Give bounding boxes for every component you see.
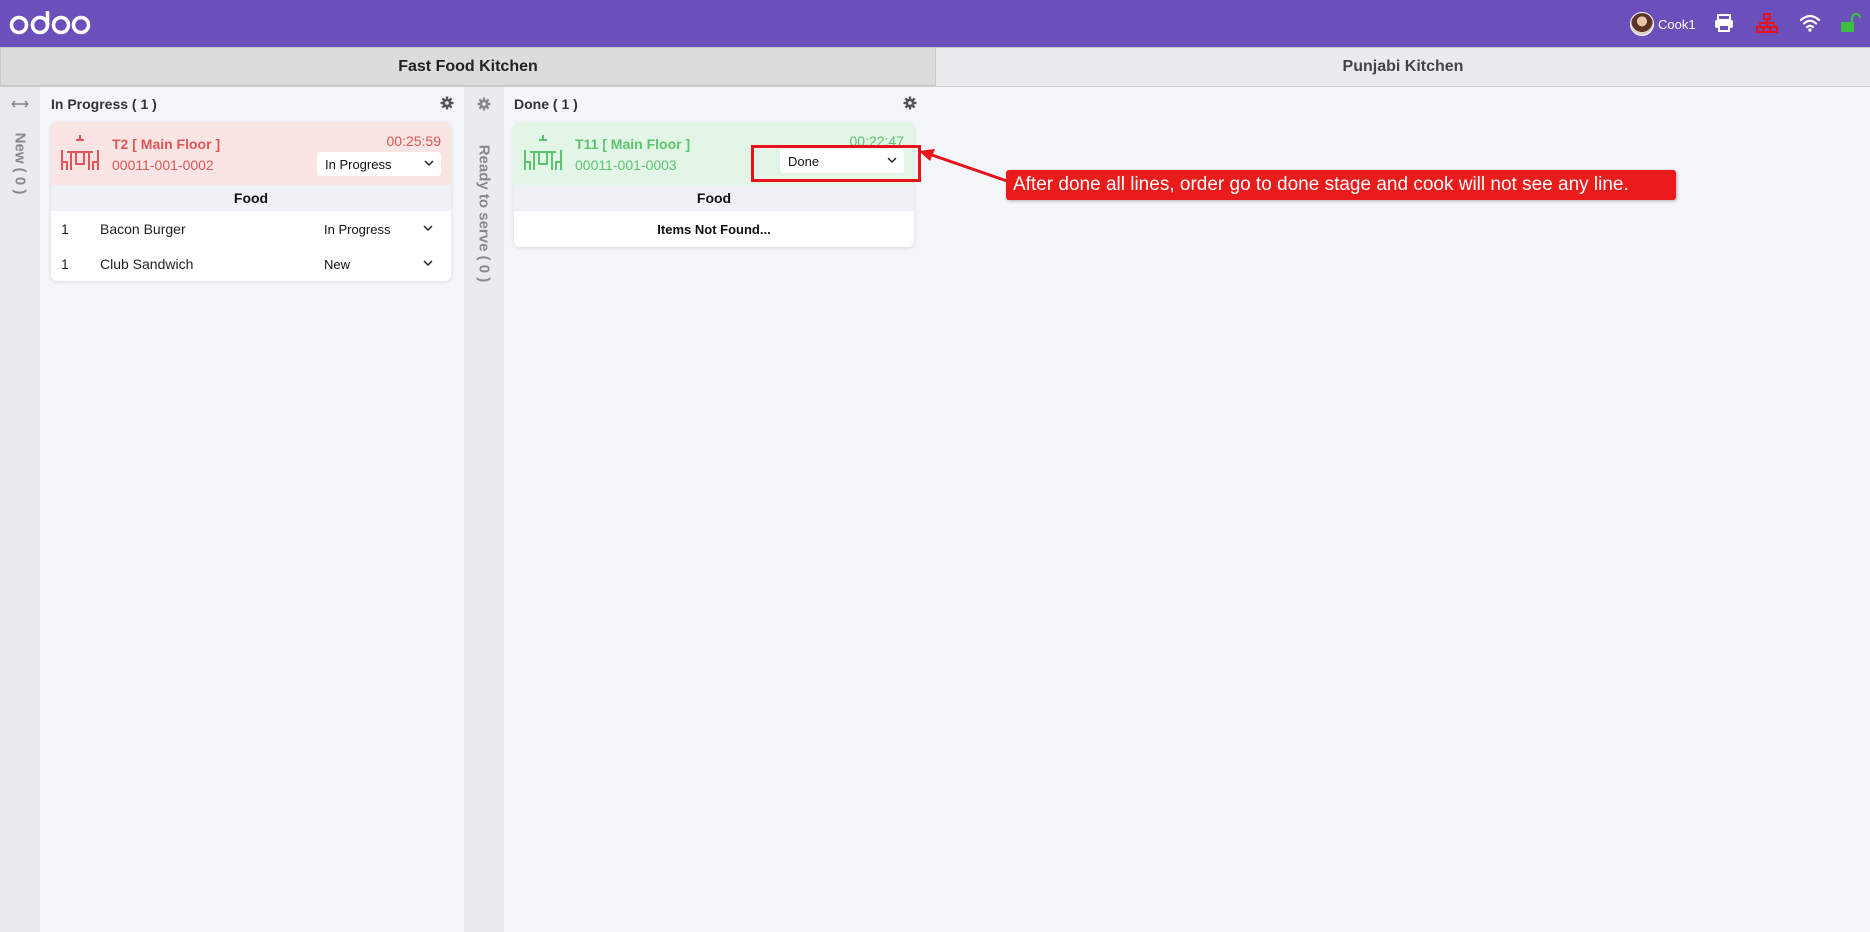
dining-table-icon xyxy=(61,135,99,170)
order-card-t11[interactable]: T11 [ Main Floor ] 00011-001-0003 00:22:… xyxy=(514,122,914,247)
tab-fast-food-kitchen[interactable]: Fast Food Kitchen xyxy=(0,47,936,86)
order-timer: 00:25:59 xyxy=(386,133,442,149)
order-card-t2[interactable]: T2 [ Main Floor ] 00011-001-0002 00:25:5… xyxy=(51,122,451,281)
column-ready-collapsed[interactable]: Ready to serve ( 0 ) xyxy=(464,87,504,932)
line-status-value: In Progress xyxy=(324,221,391,237)
order-line: 1 Bacon Burger In Progress xyxy=(51,211,451,246)
line-quantity: 1 xyxy=(61,221,69,237)
printer-icon[interactable] xyxy=(1713,12,1735,34)
user-name: Cook1 xyxy=(1658,16,1696,32)
order-table-title: T2 [ Main Floor ] xyxy=(112,136,221,152)
wifi-icon[interactable] xyxy=(1799,12,1821,34)
kitchen-tabs: Fast Food Kitchen Punjabi Kitchen xyxy=(0,47,1870,87)
line-status-select[interactable]: New xyxy=(316,252,440,276)
column-done-title: Done ( 1 ) xyxy=(514,96,578,112)
order-status-select[interactable]: In Progress xyxy=(317,152,441,176)
tab-punjabi-kitchen[interactable]: Punjabi Kitchen xyxy=(936,47,1870,86)
expand-arrows-icon[interactable] xyxy=(10,99,30,109)
dining-table-icon xyxy=(524,135,562,170)
line-status-select[interactable]: In Progress xyxy=(316,217,440,241)
section-header-food: Food xyxy=(514,185,914,211)
section-header-food: Food xyxy=(51,185,451,211)
column-in-progress-title: In Progress ( 1 ) xyxy=(51,96,157,112)
gear-icon[interactable] xyxy=(477,97,491,111)
line-product-name: Bacon Burger xyxy=(100,221,186,237)
column-ready-label: Ready to serve ( 0 ) xyxy=(475,144,493,283)
column-new-label: New ( 0 ) xyxy=(11,132,29,195)
chevron-down-icon xyxy=(423,225,433,232)
avatar xyxy=(1630,12,1654,36)
line-product-name: Club Sandwich xyxy=(100,256,194,272)
column-new-collapsed[interactable]: New ( 0 ) xyxy=(0,87,40,932)
annotation-callout: After done all lines, order go to done s… xyxy=(1006,170,1676,200)
order-table-title: T11 [ Main Floor ] xyxy=(575,136,691,152)
odoo-logo[interactable] xyxy=(9,9,91,39)
chevron-down-icon xyxy=(424,160,434,167)
order-number: 00011-001-0003 xyxy=(575,157,677,173)
column-in-progress: In Progress ( 1 ) T2 [ Main Floor ] 0001… xyxy=(40,87,464,932)
gear-icon[interactable] xyxy=(903,96,917,110)
user-menu[interactable]: Cook1 xyxy=(1630,12,1696,36)
annotation-highlight-box xyxy=(751,145,921,182)
order-card-header: T2 [ Main Floor ] 00011-001-0002 00:25:5… xyxy=(51,122,451,185)
order-number: 00011-001-0002 xyxy=(112,157,214,173)
empty-lines-message: Items Not Found... xyxy=(657,221,771,237)
annotation-arrow-icon xyxy=(919,149,1008,183)
line-status-value: New xyxy=(324,256,351,272)
unlock-icon[interactable] xyxy=(1839,12,1861,34)
gear-icon[interactable] xyxy=(440,96,454,110)
order-status-value: In Progress xyxy=(325,156,392,172)
chevron-down-icon xyxy=(423,260,433,267)
top-navbar: Cook1 xyxy=(0,0,1870,47)
network-icon[interactable] xyxy=(1756,12,1778,34)
column-done: Done ( 1 ) T11 [ Main Floor ] 00011-001-… xyxy=(504,87,928,932)
line-quantity: 1 xyxy=(61,256,69,272)
order-line: 1 Club Sandwich New xyxy=(51,246,451,281)
